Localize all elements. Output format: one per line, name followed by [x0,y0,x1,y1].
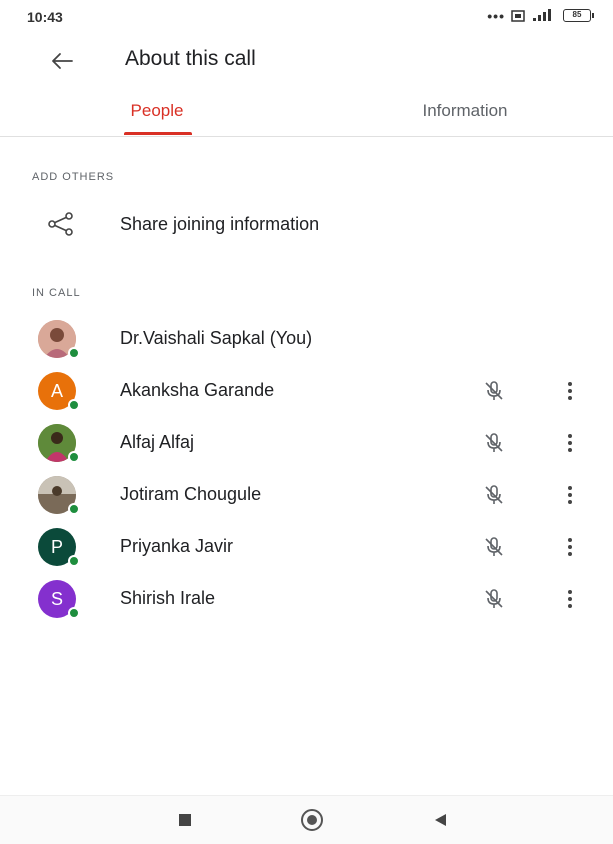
online-status-dot [68,555,80,567]
participant-name: Dr.Vaishali Sapkal (You) [120,328,313,348]
mic-off-icon [485,381,503,400]
notification-dots-icon: ••• [487,7,505,24]
participant-row[interactable]: Dr.Vaishali Sapkal (You) [0,313,613,365]
participant-name: Akanksha Garande [120,380,275,400]
online-status-dot [68,399,80,411]
back-button[interactable] [42,46,82,76]
mic-off-icon [485,485,503,504]
participant-row[interactable]: Jotiram Chougule [0,469,613,521]
share-joining-info-row[interactable]: Share joining information [0,199,613,251]
share-label: Share joining information [120,214,320,234]
more-options-button[interactable] [556,429,584,457]
mute-button[interactable] [478,377,510,405]
square-icon [179,814,191,826]
circle-home-icon [301,809,323,831]
section-label-in-call: IN CALL [32,287,81,299]
section-label-add-others: ADD OTHERS [32,171,115,183]
tab-people[interactable]: People [92,88,222,134]
more-options-button[interactable] [556,533,584,561]
mute-button[interactable] [478,585,510,613]
share-icon [46,211,76,242]
system-nav-bar [0,795,613,844]
participant-row[interactable]: Alfaj Alfaj [0,417,613,469]
home-button[interactable] [297,806,327,834]
more-vert-icon [568,538,572,556]
participant-row[interactable]: S Shirish Irale [0,573,613,625]
online-status-dot [68,451,80,463]
sim-icon [511,9,525,22]
signal-icon [533,9,551,21]
participant-name: Priyanka Javir [120,536,234,556]
more-vert-icon [568,590,572,608]
active-tab-indicator [124,132,192,135]
more-vert-icon [568,382,572,400]
participant-row[interactable]: A Akanksha Garande [0,365,613,417]
mic-off-icon [485,589,503,608]
participant-name: Shirish Irale [120,588,216,608]
mic-off-icon [485,537,503,556]
tab-bar: People Information [0,88,613,137]
recents-button[interactable] [170,806,200,834]
more-vert-icon [568,486,572,504]
online-status-dot [68,503,80,515]
more-options-button[interactable] [556,481,584,509]
mic-off-icon [485,433,503,452]
nav-back-button[interactable] [425,806,455,834]
app-bar: About this call [0,36,613,86]
more-options-button[interactable] [556,585,584,613]
triangle-back-icon [435,814,446,826]
status-time: 10:43 [27,9,63,25]
more-options-button[interactable] [556,377,584,405]
mute-button[interactable] [478,429,510,457]
battery-level: 85 [572,10,582,19]
status-bar: 10:43 ••• 85 [0,0,613,36]
mute-button[interactable] [478,481,510,509]
status-icons: ••• 85 [487,7,594,24]
online-status-dot [68,347,80,359]
participant-name: Alfaj Alfaj [120,432,195,452]
tab-information[interactable]: Information [395,88,535,134]
online-status-dot [68,607,80,619]
participant-name: Jotiram Chougule [120,484,262,504]
arrow-back-icon [52,53,73,69]
page-title: About this call [125,47,256,70]
more-vert-icon [568,434,572,452]
mute-button[interactable] [478,533,510,561]
participant-row[interactable]: P Priyanka Javir [0,521,613,573]
battery-icon: 85 [563,9,594,22]
